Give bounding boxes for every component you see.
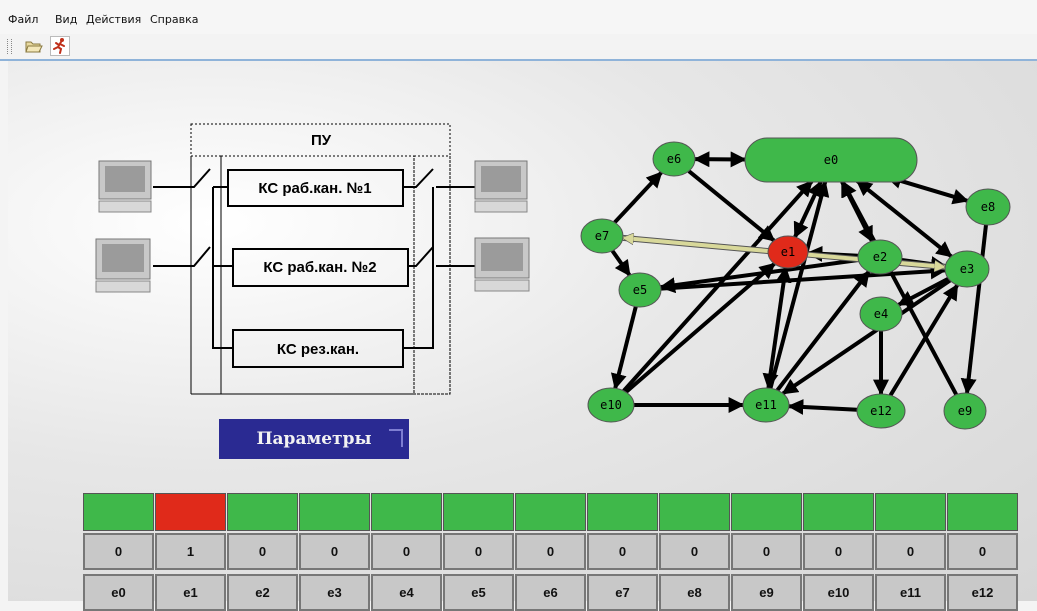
value-cell-e10: 0 bbox=[803, 533, 874, 570]
graph-edge-e5-e10 bbox=[615, 307, 636, 389]
name-cell-e5: e5 bbox=[443, 574, 514, 611]
status-cell-e8 bbox=[659, 493, 730, 531]
name-cell-e4: e4 bbox=[371, 574, 442, 611]
status-cell-e12 bbox=[947, 493, 1018, 531]
menu-help[interactable]: Справка bbox=[150, 13, 198, 26]
status-cell-e1 bbox=[155, 493, 226, 531]
status-cell-e10 bbox=[803, 493, 874, 531]
name-cell-e10: e10 bbox=[803, 574, 874, 611]
graph-node-e11[interactable]: e11 bbox=[743, 388, 789, 422]
status-cell-e6 bbox=[515, 493, 586, 531]
status-cell-e3 bbox=[299, 493, 370, 531]
name-cell-e3: e3 bbox=[299, 574, 370, 611]
button-corner-decoration bbox=[389, 429, 403, 447]
graph-edge-e11-e0 bbox=[770, 182, 825, 388]
node-label-e12: e12 bbox=[870, 404, 892, 418]
node-label-e10: e10 bbox=[600, 398, 622, 412]
right-link-2 bbox=[408, 247, 475, 266]
value-cell-e2: 0 bbox=[227, 533, 298, 570]
graph-node-e10[interactable]: e10 bbox=[588, 388, 634, 422]
status-cell-e5 bbox=[443, 493, 514, 531]
value-cell-e6: 0 bbox=[515, 533, 586, 570]
graph-edge-e11-e2 bbox=[777, 272, 868, 391]
value-cell-e12: 0 bbox=[947, 533, 1018, 570]
name-cell-e9: e9 bbox=[731, 574, 802, 611]
status-cell-e9 bbox=[731, 493, 802, 531]
graph-edge-e12-e11 bbox=[789, 406, 857, 410]
graph-node-e0[interactable]: e0 bbox=[745, 138, 917, 182]
value-cell-e7: 0 bbox=[587, 533, 658, 570]
node-label-e4: e4 bbox=[874, 307, 888, 321]
node-label-e5: e5 bbox=[633, 283, 647, 297]
graph-node-e12[interactable]: e12 bbox=[857, 394, 905, 428]
node-label-e6: e6 bbox=[667, 152, 681, 166]
open-folder-icon[interactable] bbox=[24, 36, 44, 56]
toolbar bbox=[0, 34, 1037, 61]
left-bus bbox=[213, 187, 233, 348]
status-cell-e2 bbox=[227, 493, 298, 531]
value-cell-e3: 0 bbox=[299, 533, 370, 570]
channel-label-1: КС раб.кан. №1 bbox=[258, 180, 371, 197]
computer-icon-right-1 bbox=[475, 161, 527, 212]
status-cell-e7 bbox=[587, 493, 658, 531]
name-cell-e12: e12 bbox=[947, 574, 1018, 611]
node-label-e2: e2 bbox=[873, 250, 887, 264]
name-cell-e1: e1 bbox=[155, 574, 226, 611]
computer-icon-left-1 bbox=[99, 161, 151, 212]
name-cell-e11: e11 bbox=[875, 574, 946, 611]
value-cell-e9: 0 bbox=[731, 533, 802, 570]
graph-node-e7[interactable]: e7 bbox=[581, 219, 623, 253]
graph-edge-e7-e5 bbox=[612, 251, 629, 275]
graph-node-e2[interactable]: e2 bbox=[858, 240, 902, 274]
graph-node-e6[interactable]: e6 bbox=[653, 142, 695, 176]
node-label-e3: e3 bbox=[960, 262, 974, 276]
status-cell-e4 bbox=[371, 493, 442, 531]
menu-actions[interactable]: Действия bbox=[86, 13, 141, 26]
node-label-e8: e8 bbox=[981, 200, 995, 214]
toolbar-grip[interactable] bbox=[7, 39, 12, 54]
menu-file[interactable]: Файл bbox=[8, 13, 38, 26]
node-label-e0: e0 bbox=[824, 153, 838, 167]
graph-node-e1[interactable]: e1 bbox=[768, 236, 808, 268]
graph-node-e9[interactable]: e9 bbox=[944, 393, 986, 429]
pu-label: ПУ bbox=[311, 132, 332, 149]
name-cell-e6: e6 bbox=[515, 574, 586, 611]
channel-label-2: КС раб.кан. №2 bbox=[263, 259, 376, 276]
channel-label-reserve: КС рез.кан. bbox=[277, 341, 359, 358]
graph-node-e3[interactable]: e3 bbox=[945, 251, 989, 287]
menu-view[interactable]: Вид bbox=[55, 13, 77, 26]
node-label-e11: e11 bbox=[755, 398, 777, 412]
pu-left-switch-frame bbox=[191, 156, 221, 394]
name-cell-e0: e0 bbox=[83, 574, 154, 611]
graph-edges bbox=[612, 159, 986, 410]
workspace: ПУ КС раб.кан. №1 КС раб.кан. №2 КС рез.… bbox=[8, 61, 1037, 601]
value-cell-e8: 0 bbox=[659, 533, 730, 570]
computer-icon-right-2 bbox=[475, 238, 529, 291]
node-label-e9: e9 bbox=[958, 404, 972, 418]
run-icon[interactable] bbox=[50, 36, 70, 56]
menu-bar: Файл Вид Действия Справка bbox=[0, 0, 1037, 34]
parameters-button-label: Параметры bbox=[256, 429, 371, 449]
value-cell-e4: 0 bbox=[371, 533, 442, 570]
value-cell-e1: 1 bbox=[155, 533, 226, 570]
name-cell-e8: e8 bbox=[659, 574, 730, 611]
node-label-e7: e7 bbox=[595, 229, 609, 243]
value-cell-e11: 0 bbox=[875, 533, 946, 570]
graph-edge-e7-e6 bbox=[615, 173, 662, 223]
graph-node-e4[interactable]: e4 bbox=[860, 297, 902, 331]
graph-node-e5[interactable]: e5 bbox=[619, 273, 661, 307]
graph-node-e8[interactable]: e8 bbox=[966, 189, 1010, 225]
graph-edge-e8-e9 bbox=[967, 225, 986, 393]
node-label-e1: e1 bbox=[781, 245, 795, 259]
computer-icon-left-2 bbox=[96, 239, 150, 292]
name-cell-e2: e2 bbox=[227, 574, 298, 611]
status-cell-e11 bbox=[875, 493, 946, 531]
parameters-button[interactable]: Параметры bbox=[219, 419, 409, 459]
value-cell-e0: 0 bbox=[83, 533, 154, 570]
value-cell-e5: 0 bbox=[443, 533, 514, 570]
name-cell-e7: e7 bbox=[587, 574, 658, 611]
status-cell-e0 bbox=[83, 493, 154, 531]
